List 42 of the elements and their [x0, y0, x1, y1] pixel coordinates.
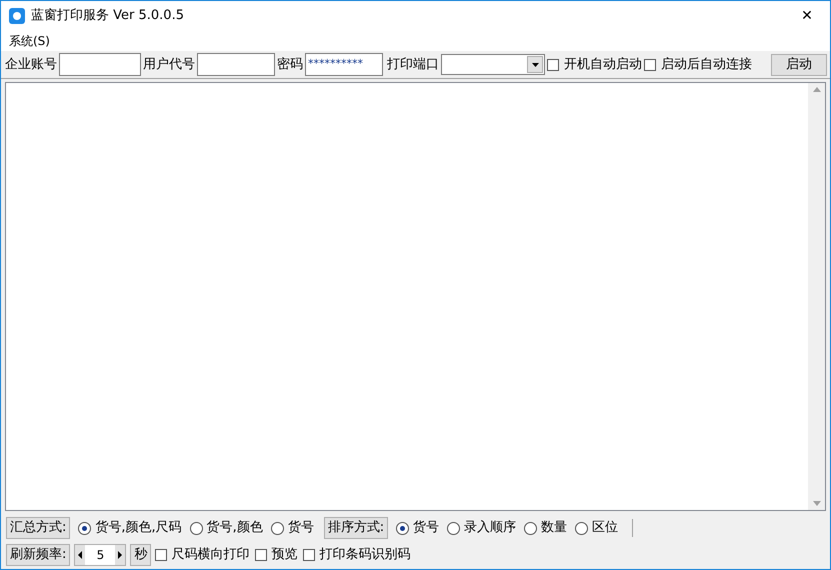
checkbox[interactable] — [155, 549, 168, 561]
password-field[interactable]: ********** — [305, 53, 383, 76]
close-button[interactable]: ✕ — [784, 1, 830, 31]
radio-label: 区位 — [592, 519, 618, 538]
radio-label: 货号 — [288, 519, 314, 538]
radio-button[interactable] — [270, 522, 284, 534]
checkbox-label: 预览 — [271, 546, 298, 564]
radio-button[interactable] — [396, 522, 410, 534]
start-button[interactable]: 启动 — [771, 54, 827, 76]
field-label: 密码 — [277, 56, 303, 74]
field-label: 企业账号 — [5, 56, 57, 74]
radio-label: 货号,颜色 — [206, 519, 263, 538]
app-icon — [9, 8, 25, 24]
group-label: 排序方式: — [324, 517, 388, 539]
radio-button[interactable] — [78, 522, 92, 534]
checkbox[interactable] — [547, 58, 559, 70]
checkbox-label: 启动后自动连接 — [661, 56, 752, 74]
radio-button[interactable] — [575, 522, 588, 534]
checkbox-label: 开机自动启动 — [564, 56, 642, 74]
group-label: 刷新频率: — [6, 544, 70, 566]
checkbox[interactable] — [255, 549, 268, 561]
window-title: 蓝窗打印服务 Ver 5.0.0.5 — [31, 7, 184, 26]
input-field[interactable] — [197, 53, 275, 76]
checkbox-label: 尺码横向打印 — [171, 546, 250, 564]
caret-icon — [532, 62, 538, 66]
group-label: 秒 — [130, 544, 152, 566]
radio-button[interactable] — [190, 522, 203, 534]
input-field[interactable] — [59, 53, 141, 76]
field-label: 打印端口 — [387, 56, 439, 74]
port-dropdown[interactable] — [441, 54, 545, 75]
radio-label: 录入顺序 — [464, 519, 516, 538]
radio-button[interactable] — [447, 522, 460, 534]
checkbox[interactable] — [303, 549, 316, 561]
checkbox-label: 打印条码识别码 — [319, 546, 410, 564]
radio-label: 货号,颜色,尺码 — [95, 519, 182, 538]
radio-label: 货号 — [413, 519, 440, 538]
radio-label: 数量 — [541, 519, 568, 538]
radio-button[interactable] — [524, 522, 538, 534]
field-label: 用户代号 — [143, 56, 195, 74]
checkbox[interactable] — [644, 58, 656, 70]
menu-item[interactable]: 系统(S) — [5, 32, 54, 50]
group-label: 汇总方式: — [6, 517, 70, 539]
